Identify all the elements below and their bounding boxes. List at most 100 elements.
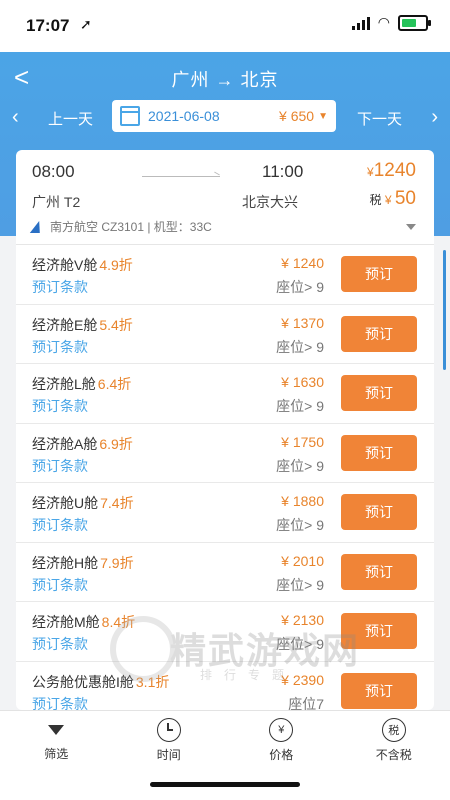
cabin-name: 经济舱L舱 6.4折 <box>32 374 131 394</box>
departure-airport: 广州 T2 <box>32 194 81 210</box>
status-time: 17:07 <box>26 16 70 35</box>
location-icon: ➚ <box>80 16 92 32</box>
chevron-left-icon[interactable]: ‹ <box>12 106 19 129</box>
cabin-name: 经济舱U舱 7.4折 <box>32 493 134 513</box>
prev-day-button[interactable]: 上一天 <box>48 108 93 129</box>
book-button[interactable]: 预订 <box>341 315 417 352</box>
book-button[interactable]: 预订 <box>341 375 417 411</box>
calendar-icon <box>120 106 140 126</box>
cabin-class: 经济舱M舱 <box>32 614 100 630</box>
cabin-name: 经济舱A舱 6.9折 <box>32 434 133 454</box>
booking-terms-link[interactable]: 预订条款 <box>32 277 88 297</box>
cabin-price: ¥ 1750 <box>281 433 324 450</box>
booking-terms-link[interactable]: 预订条款 <box>32 634 88 654</box>
booking-terms-link[interactable]: 预订条款 <box>32 694 88 711</box>
airline-info: 南方航空 CZ3101 | 机型：33C <box>29 218 212 235</box>
cabin-row: 经济舱U舱 7.4折 预订条款 ¥ 1880 座位> 9 预订 <box>16 483 434 543</box>
tab-filter[interactable]: 筛选 <box>0 711 113 769</box>
cabin-price: ¥ 1370 <box>281 314 324 331</box>
route-arrow <box>142 176 220 177</box>
cabin-price: ¥ 2010 <box>281 552 324 569</box>
cabin-price: ¥ 1240 <box>281 255 324 271</box>
booking-terms-link[interactable]: 预订条款 <box>32 575 88 595</box>
tab-tax[interactable]: 税 不含税 <box>338 711 450 769</box>
booking-terms-link[interactable]: 预订条款 <box>32 396 88 416</box>
cabin-discount: 6.9折 <box>99 435 133 452</box>
cabin-seats: 座位> 9 <box>276 517 324 533</box>
flight-price: ¥1240 <box>367 160 416 182</box>
cabin-row: 经济舱V舱 4.9折 预订条款 ¥ 1240 座位> 9 预订 <box>16 245 434 305</box>
tax-info: 税 ¥ 50 <box>369 188 416 210</box>
cabin-row: 经济舱H舱 7.9折 预订条款 ¥ 2010 座位> 9 预订 <box>16 543 434 602</box>
cabin-row: 经济舱E舱 5.4折 预订条款 ¥ 1370 座位> 9 预订 <box>16 305 434 364</box>
watermark-logo-icon <box>110 616 176 682</box>
booking-terms-link[interactable]: 预订条款 <box>32 337 88 357</box>
next-day-button[interactable]: 下一天 <box>357 108 402 129</box>
tax-currency: ¥ <box>384 193 392 207</box>
route-title: 广州 → 北京 <box>171 70 279 90</box>
booking-terms-link[interactable]: 预订条款 <box>32 515 88 535</box>
tab-label: 筛选 <box>44 746 69 761</box>
book-button[interactable]: 预订 <box>341 434 417 471</box>
status-bar: 17:07 ➚ ◠ <box>0 0 450 52</box>
tab-label: 价格 <box>269 747 294 762</box>
home-indicator <box>150 782 300 787</box>
book-button[interactable]: 预订 <box>341 494 417 530</box>
watermark: 精武游戏网 排行专题 <box>110 610 430 690</box>
wifi-icon: ◠ <box>377 14 390 30</box>
arrival-time: 11:00 <box>262 162 304 181</box>
cabin-discount: 4.9折 <box>99 257 133 273</box>
airline-logo-icon <box>29 220 45 233</box>
book-button[interactable]: 预订 <box>341 256 417 292</box>
cabin-seats: 座位> 9 <box>276 279 324 295</box>
tab-price[interactable]: ¥ 价格 <box>225 711 338 769</box>
cabin-name: 经济舱E舱 5.4折 <box>32 315 133 335</box>
cabin-seats: 座位> 9 <box>276 398 324 414</box>
cabin-name: 经济舱V舱 4.9折 <box>32 255 133 275</box>
cabin-class: 经济舱A舱 <box>32 435 98 452</box>
cabin-discount: 7.9折 <box>100 554 134 571</box>
book-button[interactable]: 预订 <box>341 553 417 590</box>
cabin-class: 经济舱H舱 <box>32 554 99 571</box>
date-picker[interactable]: 2021-06-08 ¥ 650 ▼ <box>112 100 336 132</box>
tax-icon: 税 <box>381 717 406 742</box>
signal-icon <box>351 16 370 30</box>
cabin-discount: 7.4折 <box>100 495 134 511</box>
cabin-class: 经济舱E舱 <box>32 316 98 333</box>
bottom-tab-bar: 筛选 时间 ¥ 价格 税 不含税 <box>0 710 450 769</box>
price-amount: 1240 <box>373 160 416 181</box>
selected-date: 2021-06-08 <box>148 108 220 124</box>
cabin-class: 经济舱L舱 <box>32 376 96 392</box>
scrollbar[interactable] <box>443 250 446 370</box>
battery-icon <box>398 14 431 31</box>
tax-amount: 50 <box>394 188 416 209</box>
cabin-class: 经济舱U舱 <box>32 495 99 511</box>
cabin-seats: 座位7 <box>288 695 324 711</box>
cabin-seats: 座位> 9 <box>276 576 324 593</box>
filter-icon <box>45 719 67 741</box>
clock-icon <box>156 717 181 742</box>
flight-summary[interactable]: 08:00 11:00 ¥1240 广州 T2 北京大兴 税 ¥ 50 南方航空… <box>16 150 434 245</box>
cabin-row: 经济舱A舱 6.9折 预订条款 ¥ 1750 座位> 9 预订 <box>16 424 434 483</box>
departure-time: 08:00 <box>32 162 75 181</box>
status-icons: ◠ <box>351 14 431 31</box>
airline-text: 南方航空 CZ3101 | 机型：33C <box>50 220 212 234</box>
booking-terms-link[interactable]: 预订条款 <box>32 456 88 476</box>
cabin-price: ¥ 1630 <box>281 374 324 390</box>
tab-time[interactable]: 时间 <box>113 711 226 769</box>
yuan-icon: ¥ <box>269 717 294 742</box>
watermark-subtitle: 排行专题 <box>200 668 297 682</box>
cabin-discount: 6.4折 <box>97 376 132 392</box>
expand-icon[interactable] <box>406 224 416 230</box>
chevron-right-icon[interactable]: › <box>431 106 438 129</box>
price-currency: ¥ <box>367 165 374 179</box>
cabin-class: 经济舱V舱 <box>32 257 98 273</box>
cabin-name: 经济舱H舱 7.9折 <box>32 553 134 573</box>
day-selector: ‹ 上一天 2021-06-08 ¥ 650 ▼ 下一天 › <box>0 100 450 140</box>
cabin-seats: 座位> 9 <box>276 457 324 474</box>
cabin-seats: 座位> 9 <box>276 338 324 355</box>
arrival-airport: 北京大兴 <box>242 194 298 210</box>
nav-bar: < 广州 → 北京 <box>0 52 450 102</box>
chevron-down-icon: ▼ <box>318 110 328 122</box>
lowest-price: ¥ 650 <box>279 108 315 124</box>
